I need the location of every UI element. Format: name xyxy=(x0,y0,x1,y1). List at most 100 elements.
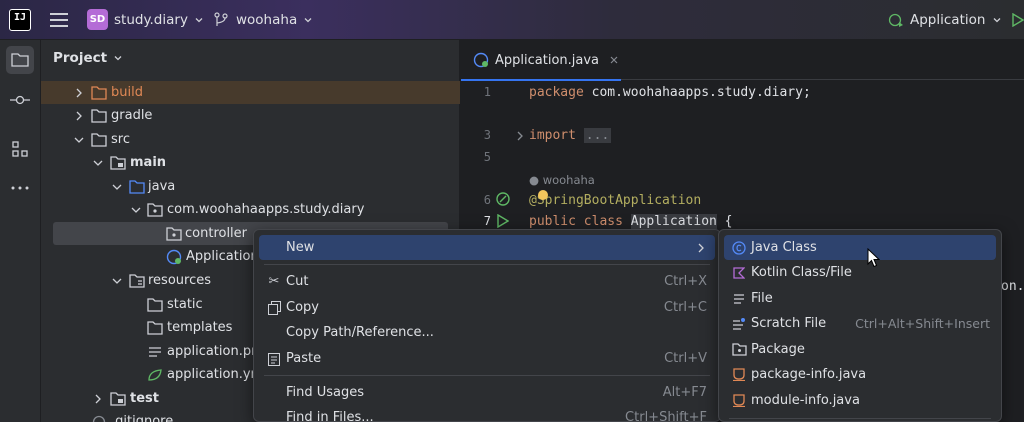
line-number: 5 xyxy=(483,150,491,164)
more-tools-button[interactable] xyxy=(6,174,34,202)
main-menu-button[interactable] xyxy=(50,0,68,40)
code-partial-text: on. xyxy=(1001,279,1024,294)
project-panel-header[interactable]: Project xyxy=(53,50,123,66)
author-name: woohaha xyxy=(542,173,595,187)
chevron-down-icon[interactable] xyxy=(131,205,141,215)
line-number: 7 xyxy=(483,214,491,228)
tree-item-gradle[interactable]: gradle xyxy=(41,104,460,127)
tab-application-java[interactable]: Application.java xyxy=(461,40,621,81)
menu-item-find-usages[interactable]: Find Usages Alt+F7 xyxy=(259,380,715,405)
paste-icon xyxy=(266,351,282,367)
intention-bulb-icon[interactable] xyxy=(538,190,548,200)
tab-label: Application.java xyxy=(495,52,600,68)
tree-item-java[interactable]: java xyxy=(41,175,460,198)
submenu-item-module-info[interactable]: module-info.java xyxy=(724,388,996,413)
spring-class-icon xyxy=(473,52,489,68)
submenu-item-package-info[interactable]: package-info.java xyxy=(724,362,996,387)
tree-item-package[interactable]: com.woohahaapps.study.diary xyxy=(41,198,460,221)
menu-item-copy-path[interactable]: Copy Path/Reference... xyxy=(259,320,715,345)
package-icon xyxy=(147,202,163,218)
author-inlay-hint[interactable]: ● woohaha xyxy=(529,173,595,187)
commit-tool-button[interactable] xyxy=(6,86,34,114)
chevron-right-icon[interactable] xyxy=(74,111,84,121)
menu-item-cut[interactable]: ✂ Cut Ctrl+X xyxy=(259,269,715,294)
menu-item-find-in-files[interactable]: Find in Files... Ctrl+Shift+F xyxy=(259,405,715,422)
structure-tool-button[interactable] xyxy=(6,135,34,163)
menu-separator xyxy=(264,264,710,265)
run-gutter-icon[interactable] xyxy=(497,214,509,228)
menu-shortcut: Ctrl+C xyxy=(663,300,707,315)
tree-item-label: build xyxy=(111,85,143,100)
spring-run-icon xyxy=(888,13,903,27)
context-menu: New ✂ Cut Ctrl+X Copy Ctrl+C Copy Path/R… xyxy=(253,229,721,422)
submenu-item-java-class[interactable]: Java Class xyxy=(724,235,996,260)
tree-item-build[interactable]: build xyxy=(41,81,460,104)
scissors-icon: ✂ xyxy=(268,274,280,289)
menu-item-label: Paste xyxy=(286,351,322,366)
menu-item-paste[interactable]: Paste Ctrl+V xyxy=(259,346,715,371)
menu-item-label: Find Usages xyxy=(286,385,365,400)
chevron-down-icon xyxy=(993,18,1001,23)
scratch-file-icon xyxy=(731,316,747,332)
run-config-selector[interactable]: Application xyxy=(887,0,1002,40)
submenu-item-kotlin[interactable]: Kotlin Class/File xyxy=(724,260,996,285)
close-icon[interactable] xyxy=(609,55,619,65)
project-switcher[interactable]: study.diary xyxy=(114,0,204,40)
tree-item-label: controller xyxy=(185,226,248,241)
project-tool-button[interactable] xyxy=(6,46,34,74)
menu-shortcut: Ctrl+X xyxy=(664,274,707,289)
line-number: 6 xyxy=(483,193,491,207)
file-icon xyxy=(731,291,747,307)
tree-item-label: test xyxy=(130,391,159,406)
spring-bean-gutter-icon[interactable] xyxy=(495,191,511,207)
branch-switcher[interactable]: woohaha xyxy=(214,0,313,40)
chevron-down-icon xyxy=(304,18,312,23)
menu-item-label: New xyxy=(286,240,315,255)
code-line-3[interactable]: import ... xyxy=(529,128,612,143)
submenu-item-file[interactable]: File xyxy=(724,286,996,311)
menu-item-new[interactable]: New xyxy=(259,235,715,260)
chevron-right-icon[interactable] xyxy=(74,88,84,98)
code-keyword: public class xyxy=(529,214,623,229)
line-number: 3 xyxy=(483,128,491,142)
play-icon xyxy=(1012,13,1024,27)
intellij-logo-icon[interactable]: IJ xyxy=(9,9,31,31)
menu-item-label: Copy xyxy=(286,300,319,315)
submenu-item-label: Package xyxy=(751,342,805,357)
chevron-down-icon[interactable] xyxy=(74,135,84,145)
chevron-down-icon xyxy=(114,56,122,61)
submenu-item-package[interactable]: Package xyxy=(724,337,996,362)
code-text: com.woohahaapps.study.diary; xyxy=(583,85,811,100)
package-icon xyxy=(166,226,182,242)
tree-item-label: gradle xyxy=(111,108,153,123)
git-branch-icon xyxy=(214,12,228,26)
chevron-down-icon[interactable] xyxy=(93,158,103,168)
chevron-down-icon[interactable] xyxy=(112,276,122,286)
folder-icon xyxy=(147,320,163,336)
menu-item-copy[interactable]: Copy Ctrl+C xyxy=(259,295,715,320)
menu-shortcut: Ctrl+V xyxy=(664,351,707,366)
chevron-right-icon xyxy=(698,243,704,252)
submenu-item-scratch-file[interactable]: Scratch File Ctrl+Alt+Shift+Insert xyxy=(724,311,996,336)
folder-icon xyxy=(91,108,107,124)
menu-shortcut: Alt+F7 xyxy=(662,385,707,400)
tree-item-label: resources xyxy=(148,273,212,288)
branch-name: woohaha xyxy=(236,12,298,28)
submenu-shortcut: Ctrl+Alt+Shift+Insert xyxy=(855,316,990,331)
run-button[interactable] xyxy=(1012,0,1024,40)
code-line-6[interactable]: @SpringBootApplication xyxy=(529,193,701,208)
code-keyword: package xyxy=(529,85,584,100)
file-icon xyxy=(91,414,107,422)
project-badge[interactable]: SD xyxy=(87,9,108,30)
code-line-7[interactable]: public class Application { xyxy=(529,214,733,229)
code-line-1[interactable]: package com.woohahaapps.study.diary; xyxy=(529,85,811,100)
kotlin-icon xyxy=(731,265,747,281)
chevron-down-icon[interactable] xyxy=(112,182,122,192)
tree-item-src[interactable]: src xyxy=(41,128,460,151)
tree-item-main[interactable]: main xyxy=(41,151,460,174)
fold-chevron-icon[interactable] xyxy=(516,131,524,141)
fold-placeholder[interactable]: ... xyxy=(583,128,612,143)
chevron-right-icon[interactable] xyxy=(93,394,103,404)
java-class-icon xyxy=(731,240,747,256)
code-text: { xyxy=(716,214,733,229)
